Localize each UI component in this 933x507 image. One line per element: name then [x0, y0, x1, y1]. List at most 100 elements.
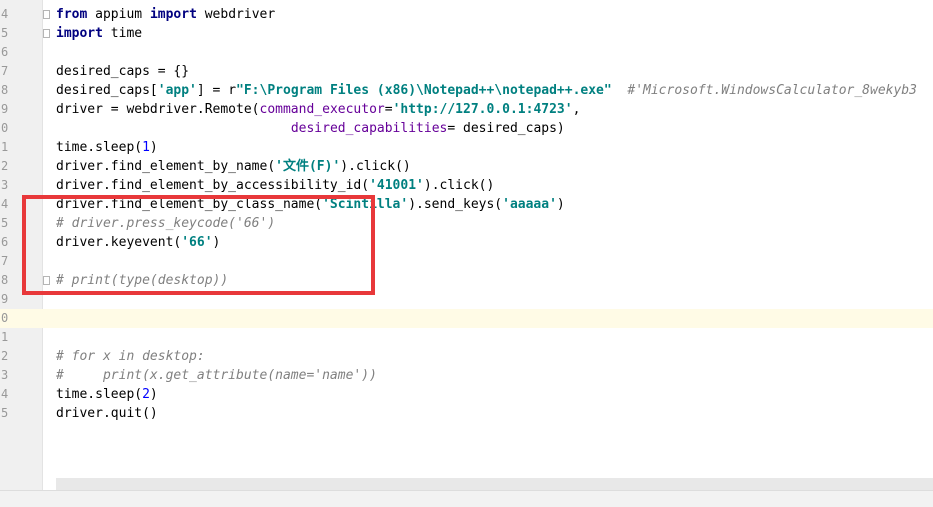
code-token: ).click(): [340, 159, 411, 174]
code-text: # driver.press_keycode('66'): [56, 214, 275, 233]
code-token: desired_capabilities: [290, 121, 448, 136]
line-number: 6: [1, 45, 9, 59]
code-token: time.sleep(: [56, 387, 143, 402]
code-text: # print(x.get_attribute(name='name')): [56, 366, 377, 385]
code-line[interactable]: 2 # for x in desktop:: [0, 347, 933, 366]
code-text: # for x in desktop:: [56, 347, 205, 366]
code-token: desired_caps = {}: [56, 64, 190, 79]
code-line[interactable]: 0 desired_capabilities= desired_caps): [0, 119, 933, 138]
code-editor[interactable]: 4 from appium import webdriver 5 import tim…: [0, 0, 933, 490]
code-line[interactable]: 9 driver = webdriver.Remote(command_execu…: [0, 100, 933, 119]
code-token: driver = webdriver.Remote(: [56, 102, 260, 117]
code-text: driver.quit(): [56, 404, 158, 423]
line-number: 5: [1, 406, 9, 420]
code-token: webdriver: [196, 7, 276, 22]
code-token: 'app': [157, 83, 197, 98]
code-token: desired_caps[: [56, 83, 158, 98]
code-token: ): [212, 235, 221, 250]
code-text: # print(type(desktop)): [56, 271, 228, 290]
code-line[interactable]: 9: [0, 290, 933, 309]
code-line[interactable]: 0: [0, 309, 933, 328]
code-token: 'Scintilla': [322, 197, 409, 212]
code-line[interactable]: 4 from appium import webdriver: [0, 5, 933, 24]
code-token: '66': [181, 235, 213, 250]
code-token: '文件(F)': [275, 159, 341, 174]
code-line[interactable]: 7: [0, 252, 933, 271]
code-token: ): [149, 140, 158, 155]
status-bar: [0, 490, 933, 507]
line-number: 2: [1, 159, 9, 173]
code-token: = desired_caps): [447, 121, 565, 136]
code-token: import: [56, 26, 103, 41]
code-token: time.sleep(: [56, 140, 143, 155]
code-token: ): [149, 387, 158, 402]
code-line[interactable]: 1 time.sleep(1): [0, 138, 933, 157]
line-number: 2: [1, 349, 9, 363]
code-token: driver.keyevent(: [56, 235, 182, 250]
code-line[interactable]: 4 time.sleep(2): [0, 385, 933, 404]
line-number: 7: [1, 254, 9, 268]
line-number: 9: [1, 292, 9, 306]
line-number: 8: [1, 83, 9, 97]
line-number: 7: [1, 64, 9, 78]
line-number: 4: [1, 387, 9, 401]
code-token: time: [102, 26, 143, 41]
code-line[interactable]: 5 import time: [0, 24, 933, 43]
code-token: 2: [142, 387, 150, 402]
code-line[interactable]: 4 driver.find_element_by_class_name('Scin…: [0, 195, 933, 214]
code-line[interactable]: 8 # print(type(desktop)): [0, 271, 933, 290]
line-number: 9: [1, 102, 9, 116]
code-line[interactable]: 3 driver.find_element_by_accessibility_id…: [0, 176, 933, 195]
line-number: 5: [1, 216, 9, 230]
code-token: 'http://127.0.0.1:4723': [392, 102, 573, 117]
fold-marker-icon[interactable]: [43, 10, 50, 19]
code-token: # for x in desktop:: [56, 349, 205, 364]
code-text: driver.keyevent('66'): [56, 233, 220, 252]
code-line[interactable]: 1: [0, 328, 933, 347]
code-token: # driver.press_keycode('66'): [56, 216, 276, 231]
code-text: from appium import webdriver: [56, 5, 275, 24]
code-token: # print(type(desktop)): [56, 273, 229, 288]
code-text: time.sleep(1): [56, 138, 158, 157]
code-text: desired_caps = {}: [56, 62, 189, 81]
line-number: 3: [1, 368, 9, 382]
code-text: driver.find_element_by_name('文件(F)').cli…: [56, 157, 411, 176]
code-token: ): [556, 197, 565, 212]
code-text: driver.find_element_by_accessibility_id(…: [56, 176, 494, 195]
line-number: 4: [1, 197, 9, 211]
code-token: from: [56, 7, 88, 22]
line-number: 8: [1, 273, 9, 287]
code-line[interactable]: 7 desired_caps = {}: [0, 62, 933, 81]
code-token: ).send_keys(: [408, 197, 503, 212]
code-line[interactable]: 5 # driver.press_keycode('66'): [0, 214, 933, 233]
code-line[interactable]: 6 driver.keyevent('66'): [0, 233, 933, 252]
code-token: 'aaaaa': [502, 197, 557, 212]
line-number: 1: [1, 140, 9, 154]
code-text: driver.find_element_by_class_name('Scint…: [56, 195, 565, 214]
code-line[interactable]: 8 desired_caps['app'] = r"F:\Program File…: [0, 81, 933, 100]
fold-marker-icon[interactable]: [43, 276, 50, 285]
code-token: appium: [87, 7, 150, 22]
code-token: driver.find_element_by_name(: [56, 159, 276, 174]
code-token: driver.find_element_by_accessibility_id(: [56, 178, 370, 193]
code-line[interactable]: 3 # print(x.get_attribute(name='name')): [0, 366, 933, 385]
code-token: # print(x.get_attribute(name='name')): [56, 368, 377, 383]
code-token: ] = r: [196, 83, 237, 98]
code-text: desired_caps['app'] = r"F:\Program Files…: [56, 81, 917, 100]
code-line[interactable]: 6: [0, 43, 933, 62]
line-number: 0: [1, 121, 9, 135]
fold-marker-icon[interactable]: [43, 29, 50, 38]
code-token: driver.quit(): [56, 406, 158, 421]
line-number: 5: [1, 26, 9, 40]
horizontal-scrollbar[interactable]: [56, 478, 933, 490]
code-line[interactable]: 5 driver.quit(): [0, 404, 933, 423]
code-text: import time: [56, 24, 142, 43]
code-token: driver.find_element_by_class_name(: [56, 197, 323, 212]
code-line[interactable]: 2 driver.find_element_by_name('文件(F)').cl…: [0, 157, 933, 176]
code-token: 1: [142, 140, 150, 155]
line-number: 4: [1, 7, 9, 21]
code-token: ).click(): [423, 178, 495, 193]
code-text: time.sleep(2): [56, 385, 158, 404]
